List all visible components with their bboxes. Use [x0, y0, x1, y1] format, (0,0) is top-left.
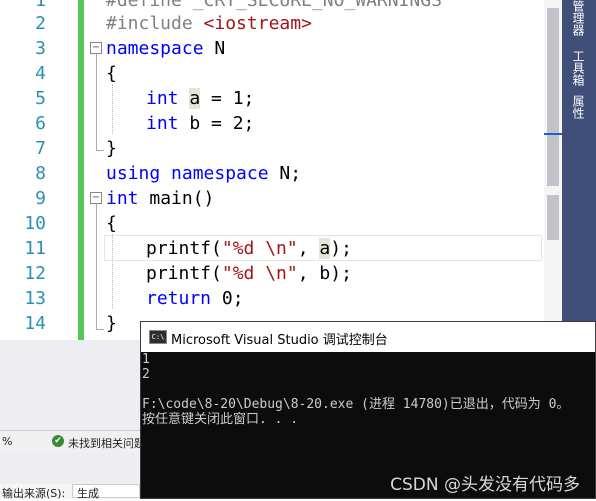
- preprocessor-directive: #define _CRT_SECURE_NO_WARNINGS: [106, 0, 442, 11]
- line-number: 5: [35, 88, 46, 109]
- code-line-12: printf("%d \n", b);: [146, 261, 352, 286]
- fold-region-end: [96, 329, 104, 330]
- keyword: int: [146, 113, 179, 134]
- zoom-level[interactable]: %: [2, 435, 12, 448]
- output-source-select[interactable]: 生成: [72, 484, 140, 500]
- editor-vertical-scrollbar[interactable]: [544, 0, 562, 340]
- change-tracking-bar: [78, 0, 84, 340]
- line-number: 7: [35, 138, 46, 159]
- code-text: printf(: [146, 238, 222, 259]
- code-editor[interactable]: 1 2 3 4 5 6 7 8 9 10 11 12 13 14 − − #de…: [0, 0, 562, 340]
- code-text: ,: [297, 238, 320, 259]
- issues-status[interactable]: 未找到相关问题: [68, 435, 145, 451]
- keyword: int: [146, 88, 179, 109]
- code-text: }: [106, 313, 117, 334]
- code-text: N: [203, 38, 226, 59]
- editor-status-bar: % ✔ 未找到相关问题: [0, 430, 145, 453]
- line-number: 2: [35, 13, 46, 34]
- fold-region-end: [96, 150, 104, 151]
- line-number: 11: [24, 238, 46, 259]
- code-text: );: [330, 238, 352, 259]
- code-text: {: [106, 63, 117, 84]
- code-line-3: namespace N: [106, 36, 225, 61]
- line-number: 8: [35, 163, 46, 184]
- watermark: CSDN @头发没有代码多: [390, 475, 580, 495]
- console-line: 1: [142, 352, 150, 367]
- line-number: 10: [24, 213, 46, 234]
- code-line-11: printf("%d \n", a);: [146, 236, 352, 261]
- code-line-5: int a = 1;: [146, 86, 254, 111]
- keyword: namespace: [106, 38, 204, 59]
- include-target: <iostream>: [203, 13, 312, 34]
- fold-region-line: [96, 204, 97, 329]
- code-line-7: }: [106, 136, 117, 161]
- output-toolbar: 输出来源(S): 生成: [0, 484, 140, 500]
- code-text: , b);: [297, 263, 352, 284]
- code-text: b = 2;: [178, 113, 255, 134]
- line-number: 3: [35, 38, 46, 59]
- scrollbar-thumb[interactable]: [547, 8, 559, 186]
- code-line-8: using namespace N;: [106, 161, 301, 186]
- code-text: {: [106, 213, 117, 234]
- code-text: printf(: [146, 263, 222, 284]
- line-number: 14: [24, 313, 46, 334]
- scrollbar-caret-marker: [544, 133, 562, 135]
- console-title-bar[interactable]: C:\ Microsoft Visual Studio 调试控制台: [141, 322, 595, 352]
- code-line-14: }: [106, 311, 117, 336]
- code-text: N;: [268, 163, 302, 184]
- console-line: F:\code\8-20\Debug\8-20.exe (进程 14780)已退…: [142, 397, 570, 412]
- scrollbar-map-segment: [547, 195, 559, 240]
- highlighted-identifier: a: [189, 88, 201, 109]
- console-app-icon: C:\: [149, 330, 167, 344]
- check-circle-icon: ✔: [52, 435, 64, 447]
- keyword: using namespace: [106, 163, 269, 184]
- indent-guide: [112, 234, 114, 309]
- string-literal: "%d \n": [221, 263, 298, 284]
- line-number: 13: [24, 288, 46, 309]
- console-title: Microsoft Visual Studio 调试控制台: [171, 333, 388, 348]
- fold-toggle-main[interactable]: −: [90, 192, 102, 204]
- tab-properties[interactable]: 属性: [568, 95, 588, 119]
- indent-guide: [112, 84, 114, 134]
- code-line-6: int b = 2;: [146, 111, 254, 136]
- line-number: 12: [24, 263, 46, 284]
- line-number: 4: [35, 63, 46, 84]
- string-literal: "%d \n": [221, 238, 298, 259]
- preprocessor-directive: #include: [106, 13, 204, 34]
- code-line-13: return 0;: [146, 286, 244, 311]
- code-text: main(): [138, 188, 215, 209]
- fold-region-line: [96, 54, 97, 150]
- keyword: return: [146, 288, 212, 309]
- code-line-2: #include <iostream>: [106, 11, 312, 36]
- code-text: }: [106, 138, 117, 159]
- highlighted-identifier: a: [319, 238, 331, 259]
- tab-solution-explorer[interactable]: 管理器: [568, 0, 588, 36]
- line-number: 9: [35, 188, 46, 209]
- code-text: 0;: [211, 288, 244, 309]
- code-line-10: {: [106, 211, 117, 236]
- line-number: 6: [35, 113, 46, 134]
- console-line: 2: [142, 367, 150, 382]
- tab-toolbox[interactable]: 工具箱: [568, 50, 588, 86]
- code-line-4: {: [106, 61, 117, 86]
- console-line: 按任意键关闭此窗口. . .: [142, 412, 299, 427]
- keyword: int: [106, 188, 139, 209]
- fold-toggle-namespace[interactable]: −: [90, 42, 102, 54]
- code-text: = 1;: [200, 88, 255, 109]
- code-line-9: int main(): [106, 186, 214, 211]
